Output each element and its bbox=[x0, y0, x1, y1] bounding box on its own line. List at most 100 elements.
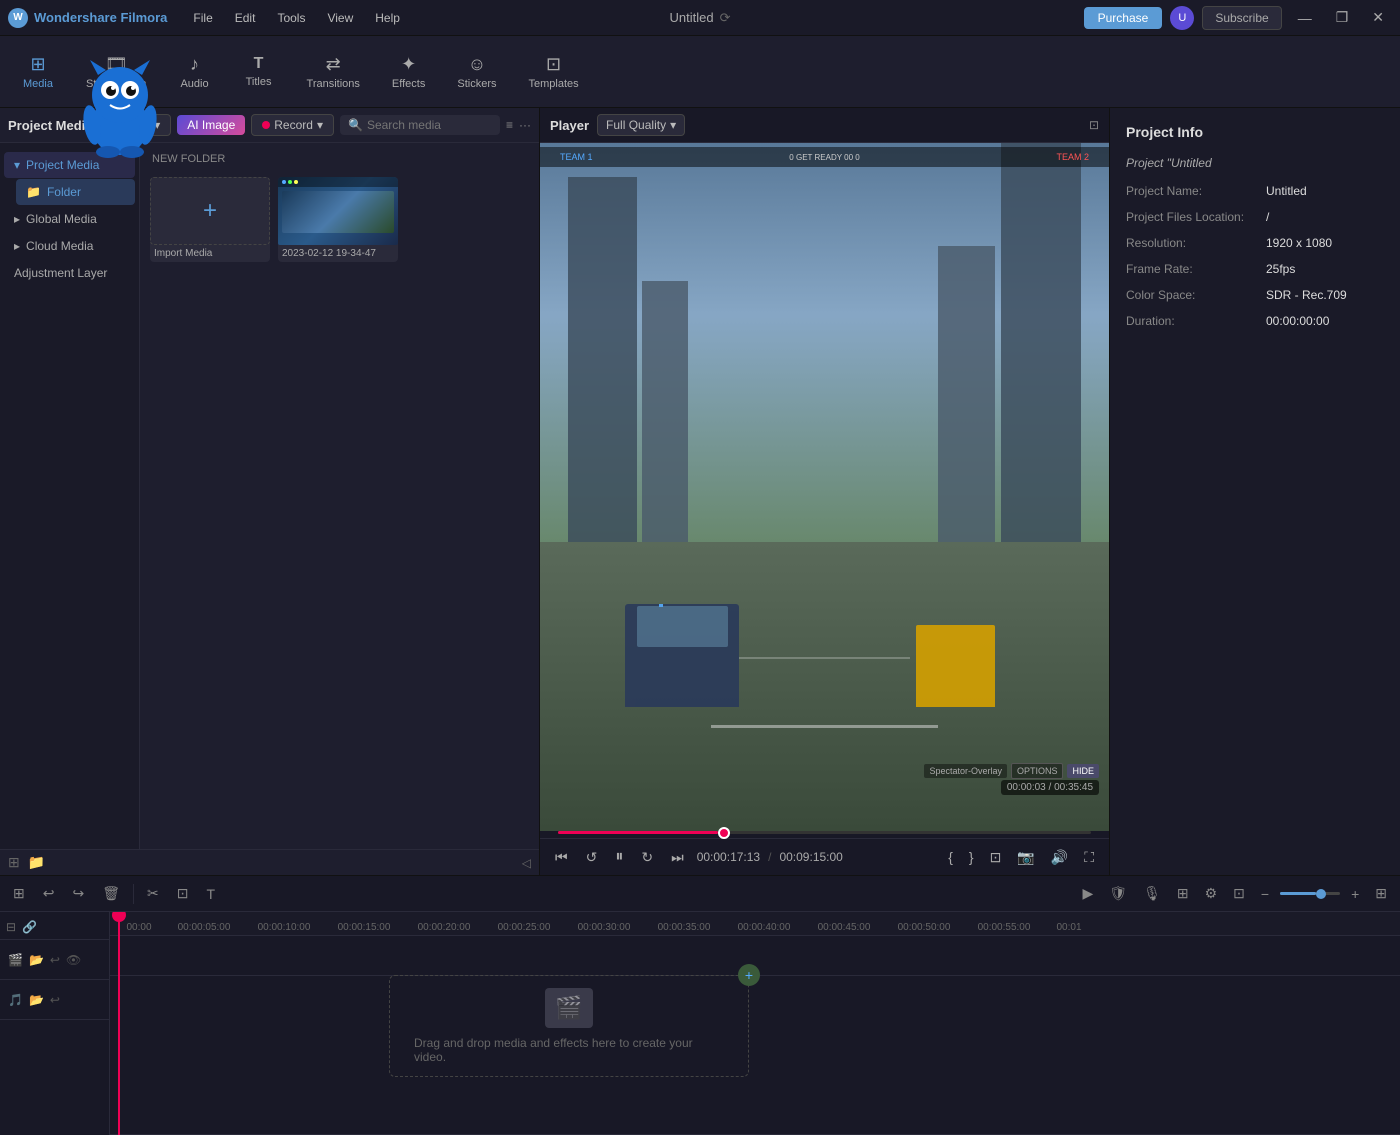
volume-button[interactable]: 🔊 bbox=[1046, 846, 1073, 869]
magnet-icon[interactable]: 🔗 bbox=[22, 920, 37, 934]
open-audio-folder-icon[interactable]: 📂 bbox=[29, 993, 44, 1007]
crop-button[interactable]: ⊡ bbox=[985, 846, 1007, 869]
audio-undo-icon[interactable]: ↩ bbox=[50, 993, 60, 1007]
total-time: 00:09:15:00 bbox=[779, 850, 842, 864]
subscribe-button[interactable]: Subscribe bbox=[1202, 6, 1281, 30]
video-undo-icon[interactable]: ↩ bbox=[50, 953, 60, 967]
folder-create-icon[interactable]: 📁 bbox=[28, 854, 45, 871]
playhead[interactable] bbox=[118, 912, 120, 1135]
add-audio-icon[interactable]: 🎵 bbox=[8, 993, 23, 1007]
text-button[interactable]: T bbox=[201, 883, 220, 905]
window-title: Untitled ⟳ bbox=[670, 10, 731, 26]
toolbar-titles[interactable]: T Titles bbox=[229, 49, 289, 94]
add-video-track-icon[interactable]: 🎬 bbox=[8, 953, 23, 967]
skip-to-end-button[interactable]: ⏭ bbox=[666, 846, 689, 869]
player-settings-icon[interactable]: ⊡ bbox=[1089, 118, 1099, 132]
skip-to-start-button[interactable]: ⏮ bbox=[550, 846, 573, 869]
spectator-overlay: Spectator-Overlay OPTIONS HIDE bbox=[924, 763, 1099, 779]
quality-select[interactable]: Full Quality ▾ bbox=[597, 114, 685, 136]
import-placeholder[interactable]: + bbox=[150, 177, 270, 245]
sidebar-item-project[interactable]: ▾ Project Media bbox=[4, 152, 135, 178]
tick-55: 00:00:55:00 bbox=[964, 922, 1044, 933]
fullscreen-button[interactable]: ⛶ bbox=[1079, 846, 1099, 869]
menu-help[interactable]: Help bbox=[365, 7, 410, 29]
pause-button[interactable]: ⏸ bbox=[610, 845, 628, 869]
open-video-folder-icon[interactable]: 📂 bbox=[29, 953, 44, 967]
drop-zone-text: Drag and drop media and effects here to … bbox=[414, 1036, 724, 1064]
mic-button[interactable]: 🎙 bbox=[1138, 882, 1166, 905]
project-media-title: Project Media bbox=[8, 118, 99, 133]
undo-timeline-button[interactable]: ↩ bbox=[38, 882, 60, 905]
link-icon[interactable]: ⊟ bbox=[6, 920, 16, 934]
cut-button[interactable]: ✂ bbox=[142, 882, 164, 905]
rewind-button[interactable]: ↺ bbox=[581, 846, 603, 869]
hide-badge[interactable]: HIDE bbox=[1067, 764, 1099, 778]
sidebar-item-folder[interactable]: 📁 Folder bbox=[16, 179, 135, 205]
snap-button[interactable]: ⊞ bbox=[8, 882, 30, 905]
zoom-slider[interactable] bbox=[1280, 892, 1340, 895]
menu-tools[interactable]: Tools bbox=[267, 7, 315, 29]
toolbar-effects[interactable]: ✦ Effects bbox=[378, 48, 439, 96]
menu-file[interactable]: File bbox=[183, 7, 222, 29]
menu-edit[interactable]: Edit bbox=[225, 7, 266, 29]
purchase-button[interactable]: Purchase bbox=[1084, 7, 1163, 29]
filter-icon[interactable]: ≡ bbox=[506, 118, 513, 132]
collapse-panel-icon[interactable]: ◁ bbox=[522, 856, 531, 870]
media-icon: ⊞ bbox=[30, 54, 45, 75]
video-eye-icon[interactable]: 👁 bbox=[66, 953, 81, 967]
zoom-in-button[interactable]: + bbox=[1346, 883, 1364, 905]
zoom-handle[interactable] bbox=[1316, 889, 1326, 899]
project-title: Untitled bbox=[670, 10, 714, 25]
close-button[interactable]: ✕ bbox=[1364, 5, 1392, 30]
delete-button[interactable]: 🗑 bbox=[97, 882, 125, 905]
more-timeline-button[interactable]: ⊞ bbox=[1370, 882, 1392, 905]
minimize-button[interactable]: — bbox=[1290, 6, 1320, 30]
import-button[interactable]: Import ▾ bbox=[105, 114, 171, 136]
mark-out-button[interactable]: } bbox=[964, 846, 979, 868]
info-row-name: Project Name: Untitled bbox=[1126, 184, 1384, 198]
more-options-icon[interactable]: ··· bbox=[519, 118, 531, 132]
plus-icon: + bbox=[203, 197, 217, 225]
transitions-label: Transitions bbox=[307, 78, 360, 90]
police-car-1 bbox=[625, 604, 739, 707]
toolbar-media[interactable]: ⊞ Media bbox=[8, 48, 68, 96]
layers-button[interactable]: ⊞ bbox=[1172, 882, 1194, 905]
settings-timeline-button[interactable]: ⚙ bbox=[1200, 882, 1223, 905]
toolbar-transitions[interactable]: ⇄ Transitions bbox=[293, 48, 374, 96]
snapshot-button[interactable]: 📷 bbox=[1012, 846, 1039, 869]
zoom-out-button[interactable]: − bbox=[1256, 883, 1274, 905]
toolbar-stickers[interactable]: ☺ Stickers bbox=[443, 48, 510, 96]
timeline-header-icons: ⊟ 🔗 bbox=[0, 916, 109, 938]
sidebar-item-adjustment[interactable]: Adjustment Layer bbox=[4, 260, 135, 286]
building-2 bbox=[642, 281, 688, 556]
video-clip-thumb[interactable]: 2023-02-12 19-34-47 bbox=[278, 177, 398, 262]
mark-in-button[interactable]: { bbox=[943, 846, 958, 868]
shield-button[interactable]: 🛡 bbox=[1104, 882, 1132, 905]
left-content: ▾ Project Media 📁 Folder ▸ Global Media … bbox=[0, 143, 539, 849]
search-input[interactable] bbox=[367, 118, 492, 132]
toolbar-audio[interactable]: ♪ Audio bbox=[165, 48, 225, 96]
play-timeline-button[interactable]: ▶ bbox=[1078, 882, 1099, 905]
scrub-track[interactable] bbox=[558, 831, 1091, 834]
scrub-handle[interactable] bbox=[718, 827, 730, 839]
options-badge[interactable]: OPTIONS bbox=[1011, 763, 1064, 779]
toolbar-templates[interactable]: ⊡ Templates bbox=[514, 48, 592, 96]
screen-dot-1 bbox=[282, 180, 286, 184]
maximize-button[interactable]: ❐ bbox=[1328, 5, 1357, 30]
toolbar-stock-media[interactable]: 🎞 Stock Media bbox=[72, 48, 161, 96]
monitor-button[interactable]: ⊡ bbox=[1228, 882, 1250, 905]
ai-image-button[interactable]: AI Image bbox=[177, 115, 245, 135]
film-icon: 🎬 bbox=[555, 995, 582, 1021]
user-avatar[interactable]: U bbox=[1170, 6, 1194, 30]
fast-forward-button[interactable]: ↻ bbox=[636, 846, 658, 869]
record-button[interactable]: Record ▾ bbox=[251, 114, 334, 136]
menu-view[interactable]: View bbox=[317, 7, 363, 29]
timeline-toolbar: ⊞ ↩ ↪ 🗑 ✂ ⊡ T ▶ 🛡 🎙 ⊞ ⚙ ⊡ − + ⊞ bbox=[0, 876, 1400, 912]
add-media-circle-icon[interactable]: + bbox=[738, 964, 760, 986]
crop-clip-button[interactable]: ⊡ bbox=[172, 882, 194, 905]
sidebar-item-cloud[interactable]: ▸ Cloud Media bbox=[4, 233, 135, 259]
redo-timeline-button[interactable]: ↪ bbox=[67, 882, 89, 905]
sidebar-item-global[interactable]: ▸ Global Media bbox=[4, 206, 135, 232]
add-media-icon[interactable]: ⊞ bbox=[8, 854, 20, 871]
import-media-thumb[interactable]: + Import Media bbox=[150, 177, 270, 262]
